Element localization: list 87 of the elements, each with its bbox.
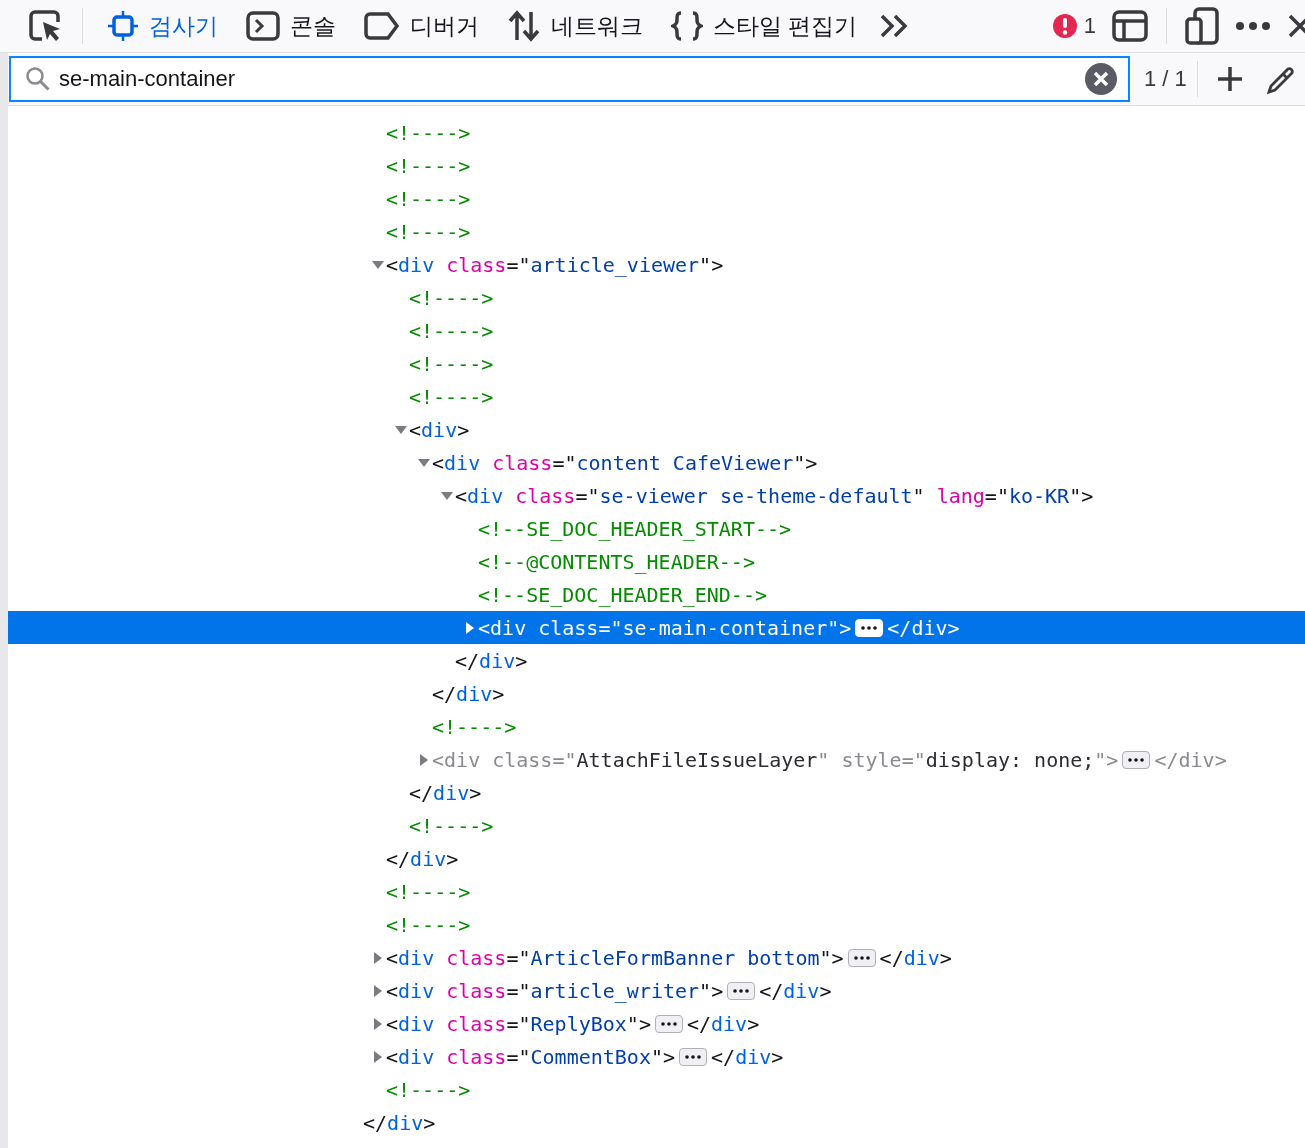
tree-row[interactable]: <!----> <box>8 347 1305 380</box>
markup-text: <!----> <box>409 813 494 838</box>
markup-text: <div class="content CafeViewer"> <box>432 450 818 475</box>
devtools-tab[interactable]: 디버거 <box>352 4 491 48</box>
tag-shape-icon <box>364 12 400 40</box>
markup-text: <!----> <box>409 285 494 310</box>
devtools-tab[interactable]: 스타일 편집기 <box>659 4 870 48</box>
markup-text: </div> <box>409 780 482 805</box>
markup-text: <div class="ArticleFormBanner bottom"> <box>386 945 844 970</box>
search-icon <box>25 66 51 92</box>
tree-row[interactable]: <!----> <box>8 710 1305 743</box>
ellipsis-badge[interactable] <box>847 948 876 967</box>
markup-text: </div> <box>432 681 505 706</box>
markup-text: <!----> <box>386 120 471 145</box>
search-field[interactable]: se-main-container <box>59 66 1076 92</box>
markup-text: <div class="AttachFileIssueLayer" style="display: none;"> <box>432 747 1119 772</box>
error-icon <box>1051 13 1078 39</box>
markup-text: <div class="se-main-container"> <box>478 615 852 640</box>
ellipsis-badge[interactable] <box>679 1047 708 1066</box>
tree-row[interactable]: <!--SE_DOC_HEADER_START--> <box>8 512 1305 545</box>
tree-row[interactable]: <!--@CONTENTS_HEADER--> <box>8 545 1305 578</box>
markup-text: <div> <box>409 417 470 442</box>
markup-text: <!----> <box>409 318 494 343</box>
markup-text: <div class="ReplyBox"> <box>386 1011 651 1036</box>
markup-text: <!----> <box>386 1077 471 1102</box>
markup-text: </div> <box>1154 747 1227 772</box>
markup-text: <div class="se-viewer se-theme-default" lang="ko-KR"> <box>455 483 1094 508</box>
tree-row[interactable]: <div class="ArticleFormBanner bottom"> </div> <box>8 941 1305 974</box>
markup-text: </div> <box>879 945 952 970</box>
markup-text: </div> <box>386 846 459 871</box>
markup-text: <div class="article_viewer"> <box>386 252 724 277</box>
tree-row[interactable]: <div class="se-main-container"> </div> <box>8 611 1305 644</box>
markup-text: <!----> <box>386 912 471 937</box>
tree-row[interactable]: <!----> <box>8 215 1305 248</box>
ellipsis-badge[interactable] <box>1122 750 1151 769</box>
search-box[interactable]: se-main-container <box>9 56 1130 102</box>
tree-row[interactable]: <div class="article_viewer"> <box>8 248 1305 281</box>
console-icon <box>246 11 280 41</box>
markup-text: </div> <box>363 1110 436 1135</box>
devtools-tab[interactable]: 콘솔 <box>234 4 348 48</box>
devtools-tab[interactable]: 검사기 <box>95 4 230 48</box>
tree-row[interactable]: <!----> <box>8 875 1305 908</box>
tree-row[interactable]: <div class="se-viewer se-theme-default" lang="ko-KR"> <box>8 479 1305 512</box>
markup-text: <!----> <box>386 153 471 178</box>
match-count: 1 / 1 <box>1143 66 1188 92</box>
markup-text: <!----> <box>409 351 494 376</box>
error-count-button[interactable]: 1 <box>1045 7 1102 45</box>
tree-row[interactable]: <div class="content CafeViewer"> <box>8 446 1305 479</box>
markup-text: </div> <box>711 1044 784 1069</box>
tree-row[interactable]: <!--SE_DOC_HEADER_END--> <box>8 578 1305 611</box>
tree-row[interactable]: <div class="article_writer"> </div> <box>8 974 1305 1007</box>
ellipsis-badge[interactable] <box>727 981 756 1000</box>
ellipsis-badge[interactable] <box>654 1014 683 1033</box>
tree-row[interactable]: <!----> <box>8 116 1305 149</box>
braces-icon <box>671 10 703 42</box>
markup-text: </div> <box>686 1011 760 1036</box>
tree-row[interactable]: <div class="CommentBox"> </div> <box>8 1040 1305 1073</box>
tree-row[interactable]: <div class="ReplyBox"> </div> <box>8 1007 1305 1040</box>
inspector-icon <box>107 10 139 42</box>
up-down-arrows-icon <box>507 10 541 42</box>
tree-row[interactable]: <!----> <box>8 182 1305 215</box>
markup-text: <!----> <box>409 384 494 409</box>
plus-icon <box>1215 65 1244 93</box>
more-icon <box>1235 21 1271 31</box>
tree-row[interactable]: <!----> <box>8 380 1305 413</box>
markup-text: </div> <box>759 978 832 1003</box>
tree-row[interactable]: <!----> <box>8 281 1305 314</box>
markup-text: <!----> <box>386 186 471 211</box>
devtools-tab[interactable]: 네트워크 <box>495 4 655 48</box>
clear-icon[interactable] <box>1084 62 1118 96</box>
markup-text: <div class="CommentBox"> <box>386 1044 676 1069</box>
markup-text: <div class="article_writer"> <box>386 978 724 1003</box>
markup-text: <!--@CONTENTS_HEADER--> <box>478 549 755 574</box>
markup-text: <!----> <box>386 879 471 904</box>
markup-text: <!----> <box>432 714 517 739</box>
tree-row[interactable]: <!----> <box>8 149 1305 182</box>
tree-row[interactable]: <!----> <box>8 1073 1305 1106</box>
tree-row[interactable]: <div> <box>8 413 1305 446</box>
markup-text: <!--SE_DOC_HEADER_START--> <box>478 516 792 541</box>
tree-row[interactable]: <!----> <box>8 314 1305 347</box>
tree-row[interactable]: <!----> <box>8 908 1305 941</box>
tree-row[interactable]: <div class="AttachFileIssueLayer" style="display: none;"> </div> <box>8 743 1305 776</box>
markup-text: <!--SE_DOC_HEADER_END--> <box>478 582 767 607</box>
markup-text: </div> <box>887 615 960 640</box>
tree-row[interactable]: <!----> <box>8 809 1305 842</box>
markup-text: </div> <box>455 648 528 673</box>
markup-text: <!----> <box>386 219 471 244</box>
